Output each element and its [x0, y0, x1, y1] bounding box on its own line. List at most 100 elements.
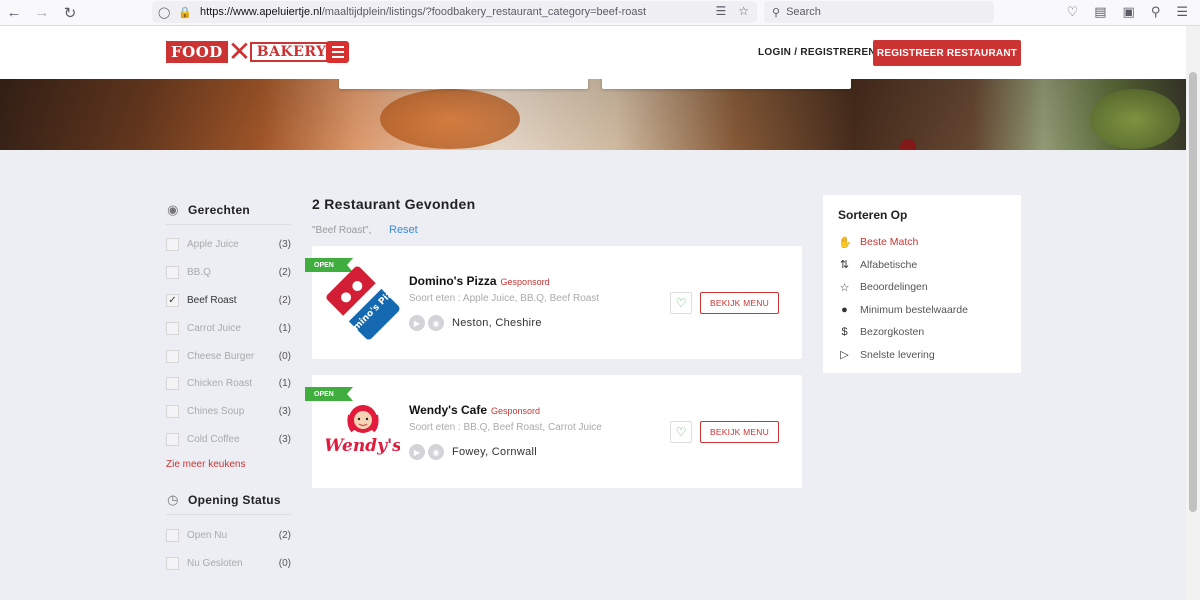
star-icon: ☆: [839, 281, 850, 294]
view-menu-button[interactable]: BEKIJK MENU: [700, 421, 779, 443]
login-register-link[interactable]: LOGIN / REGISTREREN: [758, 47, 876, 58]
checkbox[interactable]: [166, 432, 179, 446]
filter-option-count: (3): [278, 239, 291, 251]
cuisine-filter-option[interactable]: BB.Q (2): [166, 259, 291, 287]
checkbox[interactable]: [166, 349, 179, 363]
sort-option[interactable]: ▷ Snelste levering: [838, 344, 1021, 367]
back-arrow-icon[interactable]: ←: [0, 2, 28, 24]
clock-icon: ◷: [167, 492, 179, 508]
browser-search-box[interactable]: ⚲ Search: [764, 1, 994, 23]
filter-option-label: Carrot Juice: [187, 322, 241, 334]
translate-extension-icon[interactable]: ▣: [1123, 4, 1135, 20]
view-menu-button[interactable]: BEKIJK MENU: [700, 292, 779, 314]
filter-option-label: Chicken Roast: [187, 378, 253, 390]
url-host: https://www.apeluiertje.nl: [200, 6, 322, 18]
cuisine-filter-option[interactable]: Chines Soup (3): [166, 398, 291, 426]
restaurant-categories: Soort eten : BB.Q, Beef Roast, Carrot Ju…: [409, 422, 602, 433]
checkbox[interactable]: [166, 528, 179, 542]
bookmark-star-icon[interactable]: ☆: [738, 4, 749, 18]
site-logo[interactable]: FOOD ✕ BAKERY: [166, 35, 334, 69]
wendys-logo[interactable]: Wendy's: [324, 395, 402, 469]
cuisine-heading-text: Gerechten: [188, 203, 251, 217]
fork-knife-icon: ✕: [227, 36, 252, 67]
restaurant-name-text[interactable]: Wendy's Cafe: [409, 403, 487, 417]
sponsored-label: Gesponsord: [500, 277, 550, 287]
reader-view-icon[interactable]: ▤: [1094, 4, 1106, 20]
cuisine-filter-option[interactable]: Chicken Roast (1): [166, 370, 291, 398]
lock-icon: 🔒: [178, 6, 193, 19]
checkbox[interactable]: ✓: [166, 293, 179, 307]
sort-option[interactable]: $ Bezorgkosten: [838, 321, 1021, 344]
sponsored-label: Gesponsord: [491, 406, 541, 416]
plate-icon: ◉: [167, 202, 179, 217]
menu-icon[interactable]: ☰: [1176, 4, 1188, 20]
favorite-heart-button[interactable]: ♡: [670, 292, 692, 314]
opening-status-option[interactable]: Nu Gesloten (0): [166, 549, 291, 577]
pickup-icon: ◉: [428, 315, 444, 331]
restaurant-name[interactable]: Wendy's Cafe Gesponsord: [409, 403, 540, 417]
key-icon[interactable]: ⚲: [1151, 4, 1161, 20]
status-option-count: (2): [278, 529, 291, 541]
opening-status-option[interactable]: Open Nu (2): [166, 521, 291, 549]
location-text: Fowey, Cornwall: [452, 446, 537, 458]
checkbox[interactable]: [166, 377, 179, 391]
restaurant-name[interactable]: Domino's Pizza Gesponsord: [409, 274, 550, 288]
filter-option-count: (0): [278, 350, 291, 362]
checkbox[interactable]: [166, 266, 179, 280]
restaurant-location: ▶ ◉ Fowey, Cornwall: [409, 444, 537, 460]
cuisine-filter-option[interactable]: Apple Juice (3): [166, 231, 291, 259]
checkbox[interactable]: [166, 238, 179, 252]
opening-status-heading: ◷ Opening Status: [166, 490, 291, 510]
url-path: /maaltijdplein/listings/?foodbakery_rest…: [321, 6, 647, 18]
filter-option-label: Chines Soup: [187, 406, 245, 418]
cuisine-filter-option[interactable]: ✓ Beef Roast (2): [166, 287, 291, 315]
scrollbar-thumb[interactable]: [1189, 72, 1197, 512]
checkbox[interactable]: [166, 556, 179, 570]
browser-toolbar: ← → ↻ ◯ 🔒 https://www.apeluiertje.nl/maa…: [0, 0, 1200, 26]
page-scrollbar[interactable]: [1186, 26, 1200, 600]
delivery-icon: ▶: [409, 315, 425, 331]
restaurant-categories: Soort eten : Apple Juice, BB.Q, Beef Roa…: [409, 293, 600, 304]
filter-option-label: Cold Coffee: [187, 433, 240, 445]
register-restaurant-button[interactable]: REGISTREER RESTAURANT: [873, 40, 1021, 66]
sort-title: Sorteren Op: [838, 208, 908, 222]
search-placeholder: Search: [786, 6, 821, 18]
cuisine-filter-option[interactable]: Cheese Burger (0): [166, 342, 291, 370]
pocket-icon[interactable]: ♡: [1067, 4, 1079, 20]
cuisine-filter-option[interactable]: Carrot Juice (1): [166, 314, 291, 342]
more-cuisines-link[interactable]: Zie meer keukens: [166, 458, 291, 482]
cuisine-filter-heading: ◉ Gerechten: [166, 200, 291, 220]
wendys-logo-text: Wendy's: [326, 436, 400, 456]
checkbox[interactable]: [166, 405, 179, 419]
restaurant-card: OPEN Wendy's Wendy's Cafe Gesponsord Soor…: [305, 375, 802, 488]
sort-option[interactable]: ☆ Beoordelingen: [838, 276, 1021, 299]
forward-arrow-icon[interactable]: →: [28, 2, 56, 24]
sort-option-label: Alfabetische: [860, 258, 918, 271]
location-text: Neston, Cheshire: [452, 317, 542, 329]
sort-option-label: Minimum bestelwaarde: [860, 303, 968, 316]
sort-option[interactable]: ● Minimum bestelwaarde: [838, 299, 1021, 322]
favorite-heart-button[interactable]: ♡: [670, 421, 692, 443]
filter-option-label: Apple Juice: [187, 239, 239, 251]
sort-option-label: Beste Match: [860, 236, 919, 249]
status-option-count: (0): [278, 557, 291, 569]
translate-icon[interactable]: ☰: [715, 4, 726, 18]
hamburger-menu-button[interactable]: [326, 41, 349, 63]
sort-option-label: Beoordelingen: [860, 281, 928, 294]
cuisine-filter-option[interactable]: Cold Coffee (3): [166, 426, 291, 454]
checkbox[interactable]: [166, 321, 179, 335]
logo-bakery-text: BAKERY: [249, 42, 334, 62]
restaurant-name-text[interactable]: Domino's Pizza: [409, 274, 497, 288]
hero-location-input[interactable]: [602, 79, 851, 89]
reset-filters-link[interactable]: Reset: [389, 224, 418, 236]
sort-option[interactable]: ✋ Beste Match: [838, 231, 1021, 254]
reload-icon[interactable]: ↻: [56, 2, 84, 24]
hero-search-input[interactable]: [339, 79, 588, 89]
dollar-icon: $: [841, 326, 848, 339]
filter-option-label: BB.Q: [187, 267, 211, 279]
address-bar[interactable]: ◯ 🔒 https://www.apeluiertje.nl/maaltijdp…: [152, 1, 757, 23]
filter-option-count: (2): [278, 267, 291, 279]
dominos-logo[interactable]: Domino's Pizza: [326, 266, 403, 343]
sort-option[interactable]: ⇅ Alfabetische: [838, 254, 1021, 277]
active-filter-tag: "Beef Roast",: [312, 225, 372, 236]
